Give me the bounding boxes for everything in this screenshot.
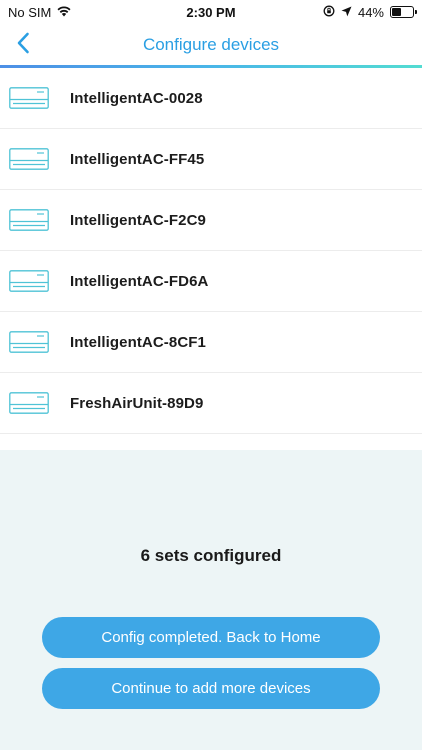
device-row[interactable]: FreshAirUnit-89D9 xyxy=(0,373,422,434)
device-name: IntelligentAC-8CF1 xyxy=(70,333,206,351)
status-left: No SIM xyxy=(8,5,72,20)
back-to-home-button[interactable]: Config completed. Back to Home xyxy=(42,617,380,658)
device-name: IntelligentAC-FD6A xyxy=(70,272,209,290)
air-conditioner-icon xyxy=(9,209,49,231)
back-button[interactable] xyxy=(8,30,38,60)
device-row[interactable]: IntelligentAC-F2C9 xyxy=(0,190,422,251)
device-name: IntelligentAC-F2C9 xyxy=(70,211,206,229)
location-arrow-icon xyxy=(341,5,352,20)
wifi-icon xyxy=(56,5,72,20)
air-conditioner-icon xyxy=(9,270,49,292)
battery-level xyxy=(392,8,401,16)
configured-count: 6 sets configured xyxy=(140,546,282,565)
page-title: Configure devices xyxy=(142,35,280,54)
device-row[interactable]: IntelligentAC-8CF1 xyxy=(0,312,422,373)
air-conditioner-icon xyxy=(9,148,49,170)
summary-panel: 6 sets configured Config completed. Back… xyxy=(0,450,422,750)
battery-percent: 44% xyxy=(357,4,384,20)
battery-icon xyxy=(390,6,417,18)
orientation-lock-icon xyxy=(323,5,335,20)
device-name: FreshAirUnit-89D9 xyxy=(70,394,204,412)
device-name: IntelligentAC-0028 xyxy=(70,89,203,107)
navigation-bar: Configure devices xyxy=(0,24,422,66)
device-row[interactable]: IntelligentAC-FD6A xyxy=(0,251,422,312)
device-row[interactable]: IntelligentAC-0028 xyxy=(0,68,422,129)
chevron-left-icon xyxy=(16,32,30,59)
device-row[interactable]: IntelligentAC-FF45 xyxy=(0,129,422,190)
air-conditioner-icon xyxy=(9,87,49,109)
air-conditioner-icon xyxy=(9,331,49,353)
status-right: 44% xyxy=(323,4,417,20)
air-conditioner-icon xyxy=(9,392,49,414)
device-list: IntelligentAC-0028 IntelligentAC-FF45 In… xyxy=(0,68,422,434)
carrier-label: No SIM xyxy=(8,4,52,20)
add-more-devices-button[interactable]: Continue to add more devices xyxy=(42,668,380,709)
device-name: IntelligentAC-FF45 xyxy=(70,150,205,168)
status-bar: No SIM 2:30 PM 44% xyxy=(0,0,422,24)
